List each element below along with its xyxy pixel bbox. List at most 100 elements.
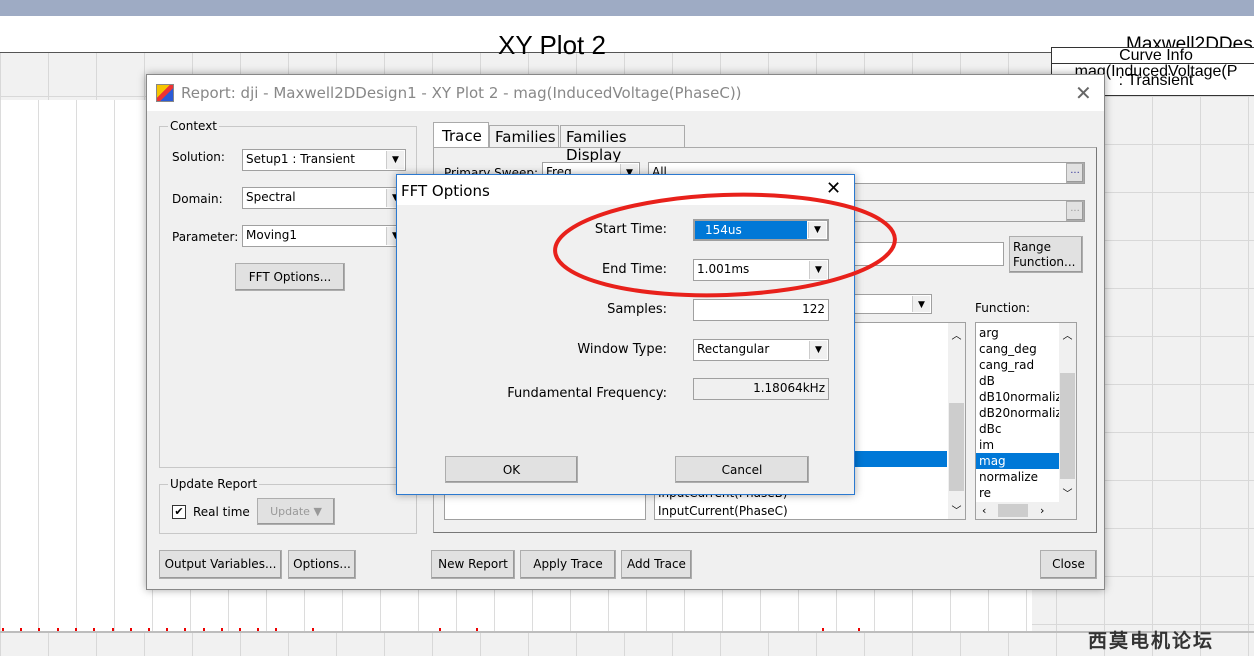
axis-tick [20,628,22,631]
fft-title: FFT Options [401,182,490,200]
function-item[interactable]: dB10normaliz [976,389,1062,405]
new-report-button[interactable]: New Report [431,550,515,579]
axis-tick [257,628,259,631]
function-item[interactable]: arg [976,325,1059,341]
output-variables-button[interactable]: Output Variables... [159,550,282,579]
left-list[interactable] [444,494,646,520]
axis-tick [38,628,40,631]
function-item[interactable]: mag [976,453,1059,469]
domain-label: Domain: [172,192,223,206]
end-time-value: 1.001ms [697,262,750,276]
solution-value: Setup1 : Transient [246,152,355,166]
function-item[interactable]: dB [976,373,1059,389]
chevron-down-icon: ▼ [809,341,827,359]
secondary-ellipsis-button[interactable]: ... [1066,201,1084,221]
window-type-label: Window Type: [577,342,667,357]
options-button[interactable]: Options... [288,550,356,579]
axis-tick [2,628,4,631]
realtime-checkbox[interactable]: ✔ [172,505,186,519]
window-type-value: Rectangular [697,342,770,356]
start-time-select[interactable]: 154us ▼ [693,219,829,241]
solution-select[interactable]: Setup1 : Transient ▼ [242,149,406,171]
tab-families[interactable]: Families [489,125,559,148]
end-time-label: End Time: [601,262,667,277]
realtime-label: Real time [193,505,250,519]
fft-options-dialog: FFT Options ✕ Start Time: 154us ▼ End Tim… [396,174,855,495]
axis-tick [130,628,132,631]
sweep-ellipsis-button[interactable]: ... [1066,163,1084,183]
axis-tick [239,628,241,631]
add-trace-button[interactable]: Add Trace [621,550,692,579]
chevron-down-icon: ▼ [809,261,827,279]
app-icon [156,84,174,102]
update-report-label: Update Report [168,477,260,491]
start-time-value: 154us [695,221,807,239]
close-icon[interactable]: ✕ [826,178,841,199]
function-item[interactable]: dBc [976,421,1059,437]
function-list[interactable]: ︿ ﹀ ‹ › arg cang_deg cang_rad dB dB10normaliz d… [975,322,1077,520]
ok-button[interactable]: OK [445,456,578,483]
axis-tick [93,628,95,631]
window-type-select[interactable]: Rectangular ▼ [693,339,829,361]
function-item[interactable]: re [976,485,1059,501]
samples-input[interactable]: 122 [693,299,829,321]
solution-label: Solution: [172,150,225,164]
axis-tick [57,628,59,631]
apply-trace-button[interactable]: Apply Trace [520,550,616,579]
tab-trace[interactable]: Trace [433,122,489,148]
chevron-down-icon: ▼ [313,505,322,518]
chevron-down-icon: ▼ [386,151,404,169]
samples-value: 122 [802,302,825,316]
axis-tick [822,628,824,631]
watermark-logo: 西莫电机论坛 [1088,630,1215,652]
axis-tick [275,628,277,631]
fundamental-value: 1.18064kHz [753,381,825,395]
parameter-value: Moving1 [246,228,297,242]
context-label: Context [168,119,220,133]
axis-tick [312,628,314,631]
cancel-button[interactable]: Cancel [675,456,809,483]
start-time-label: Start Time: [594,222,667,237]
axis-tick [148,628,150,631]
axis-tick [221,628,223,631]
axis-tick [203,628,205,631]
samples-label: Samples: [607,302,667,317]
update-button[interactable]: Update ▼ [257,498,335,525]
fundamental-frequency-value: 1.18064kHz [693,378,829,400]
close-icon[interactable]: ✕ [1075,81,1092,105]
function-item[interactable]: normalize [976,469,1059,485]
quantity-scrollbar[interactable]: ︿ ﹀ [948,323,965,519]
axis-tick [439,628,441,631]
function-label: Function: [975,301,1031,315]
axis-tick [858,628,860,631]
axis-tick [112,628,114,631]
update-label: Update [270,505,310,518]
parameter-select[interactable]: Moving1▼ [242,225,406,247]
fundamental-frequency-label: Fundamental Frequency: [507,386,667,401]
function-item[interactable]: im [976,437,1059,453]
domain-select[interactable]: Spectral▼ [242,187,406,209]
close-button[interactable]: Close [1040,550,1097,579]
report-title: Report: dji - Maxwell2DDesign1 - XY Plot… [181,84,742,102]
function-scrollbar[interactable]: ︿ ﹀ [1059,323,1076,502]
axis-tick [75,628,77,631]
parameter-label: Parameter: [172,230,239,244]
tab-families-display[interactable]: Families Display [560,125,685,164]
end-time-select[interactable]: 1.001ms ▼ [693,259,829,281]
function-item[interactable]: cang_deg [976,341,1059,357]
function-hscrollbar[interactable]: ‹ › [976,502,1076,519]
update-report-group: Update Report ✔ Real time Update ▼ [159,477,417,534]
fft-title-bar: FFT Options ✕ [397,175,854,205]
function-item[interactable]: cang_rad [976,357,1059,373]
curve-info-header: Curve Info [1052,48,1254,64]
fft-options-button[interactable]: FFT Options... [235,263,345,291]
axis-tick [184,628,186,631]
quantity-item[interactable]: InputCurrent(PhaseC) [655,503,788,519]
chevron-down-icon: ▼ [912,296,930,312]
function-item[interactable]: dB20normaliz [976,405,1062,421]
range-function-button[interactable]: Range Function... [1009,236,1083,273]
report-title-bar: Report: dji - Maxwell2DDesign1 - XY Plot… [147,75,1104,111]
axis-tick [166,628,168,631]
x-axis [0,631,1254,633]
plot-title: XY Plot 2 [498,30,606,60]
